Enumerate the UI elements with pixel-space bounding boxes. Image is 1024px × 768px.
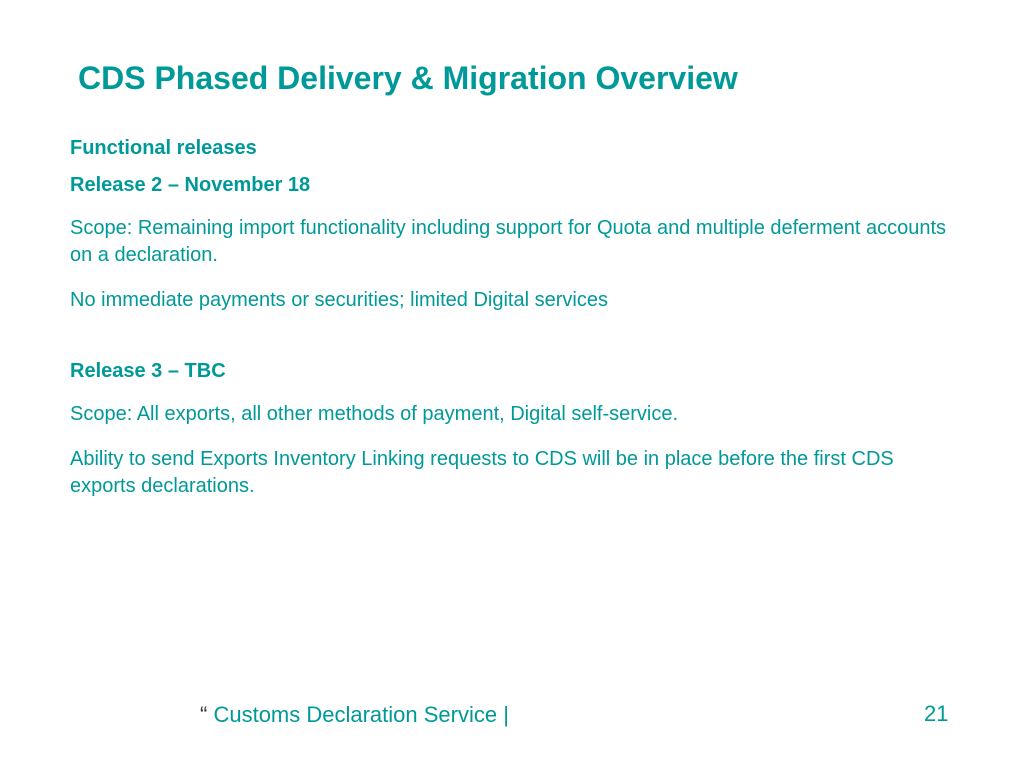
- footer: “ Customs Declaration Service | 21: [0, 702, 1024, 728]
- footer-left: “ Customs Declaration Service |: [200, 702, 509, 728]
- footer-service-name: Customs Declaration Service: [213, 702, 503, 727]
- page-number: 21: [924, 702, 944, 726]
- footer-quote-mark: “: [200, 702, 213, 727]
- section-header-functional: Functional releases: [70, 137, 954, 160]
- release-3-title: Release 3 – TBC: [70, 360, 954, 383]
- content-area: Functional releases Release 2 – November…: [70, 137, 954, 500]
- section-gap: [70, 332, 954, 360]
- footer-separator: |: [503, 702, 509, 727]
- release-3-note: Ability to send Exports Inventory Linkin…: [70, 446, 954, 500]
- release-2-title: Release 2 – November 18: [70, 174, 954, 197]
- release-3-scope: Scope: All exports, all other methods of…: [70, 401, 954, 428]
- page-title: CDS Phased Delivery & Migration Overview: [78, 60, 954, 97]
- slide-container: CDS Phased Delivery & Migration Overview…: [0, 0, 1024, 768]
- release-2-scope: Scope: Remaining import functionality in…: [70, 215, 954, 269]
- release-2-note: No immediate payments or securities; lim…: [70, 287, 954, 314]
